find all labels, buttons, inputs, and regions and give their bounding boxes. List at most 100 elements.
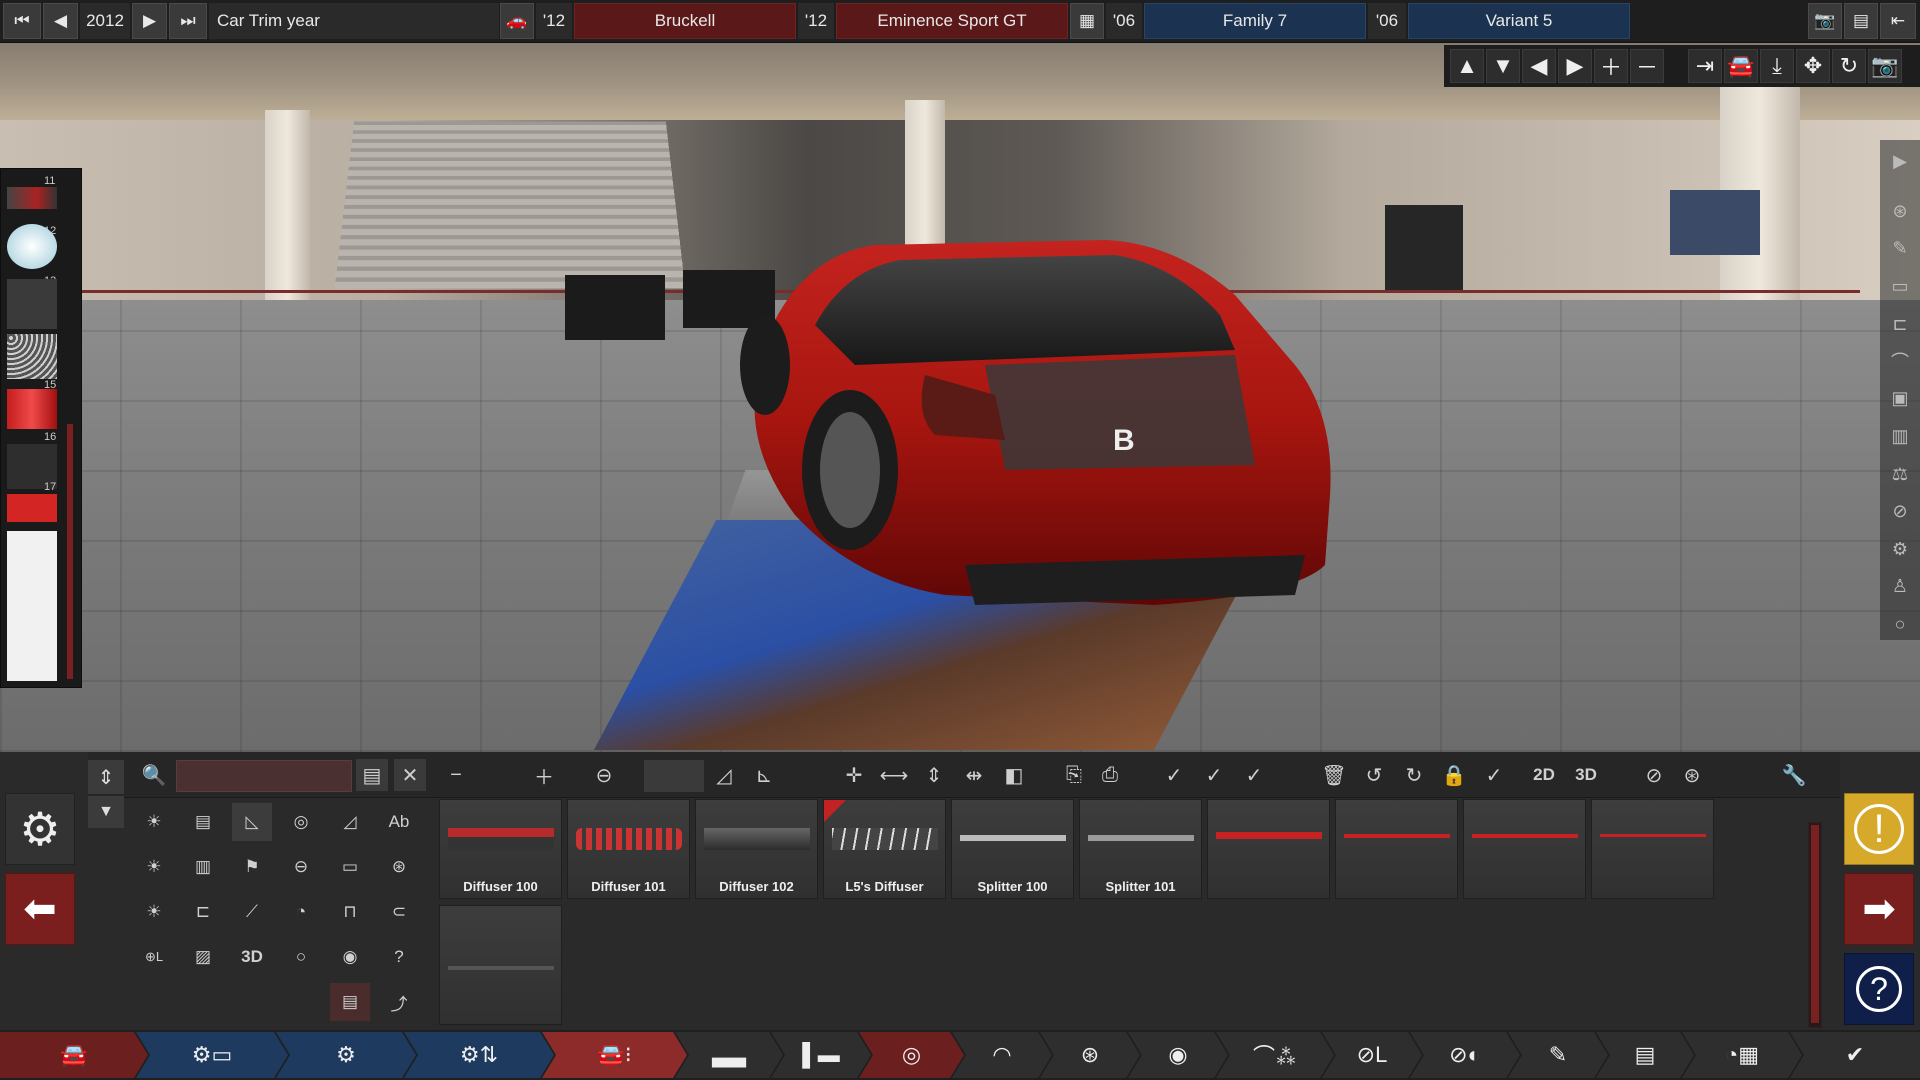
- skip-back-button[interactable]: ⏮: [3, 3, 41, 39]
- fixture-swatch-panel[interactable]: [7, 279, 57, 329]
- trim-name-field[interactable]: Eminence Sport GT: [836, 3, 1068, 39]
- zoom-in-icon[interactable]: ＋: [1594, 49, 1628, 83]
- part-tile[interactable]: Splitter 101: [1079, 799, 1202, 899]
- engine-icon[interactable]: ▦: [1070, 3, 1104, 39]
- light-icon[interactable]: ☀: [134, 803, 174, 841]
- viewport-3d[interactable]: B: [0, 0, 1920, 752]
- car-side-icon[interactable]: ▭: [1884, 270, 1916, 302]
- suspension-icon[interactable]: ⚖: [1884, 458, 1916, 490]
- wheel-hide-icon[interactable]: ⊛: [1676, 759, 1708, 791]
- attach-2-icon[interactable]: ✓: [1198, 759, 1230, 791]
- play-icon[interactable]: ▶: [1884, 145, 1916, 177]
- nav-safety[interactable]: ⊘◐: [1410, 1032, 1520, 1078]
- move-toggle-icon[interactable]: ⇕: [88, 760, 124, 794]
- nav-test-track[interactable]: ◔▦: [1682, 1032, 1802, 1078]
- emblem-icon[interactable]: ◎: [281, 803, 321, 841]
- copy-icon[interactable]: ⎘: [1058, 759, 1090, 791]
- badge-icon[interactable]: ◉: [330, 938, 370, 976]
- nav-interior[interactable]: ◎: [859, 1032, 964, 1078]
- exhaust-icon[interactable]: ⊓: [330, 893, 370, 931]
- redo-icon[interactable]: ↻: [1398, 759, 1430, 791]
- grille-icon[interactable]: ▥: [183, 848, 223, 886]
- nav-steering[interactable]: ⊘L: [1322, 1032, 1422, 1078]
- unknown-icon[interactable]: ?: [379, 938, 419, 976]
- vent-icon[interactable]: ▤: [183, 803, 223, 841]
- attach-3-icon[interactable]: ✓: [1238, 759, 1270, 791]
- part-tile[interactable]: [1591, 799, 1714, 899]
- fixture-swatch-reflector[interactable]: [7, 494, 57, 522]
- fog-light-icon[interactable]: ⊂: [379, 893, 419, 931]
- clear-search-icon[interactable]: ✕: [394, 759, 426, 791]
- lock-icon[interactable]: 🔒: [1438, 759, 1470, 791]
- texture-icon[interactable]: ▨: [183, 938, 223, 976]
- prev-year-button[interactable]: ◀: [43, 3, 78, 39]
- nav-engine-family[interactable]: ⚙▭: [136, 1032, 288, 1078]
- angle-icon[interactable]: ⊾: [748, 759, 780, 791]
- settings-button[interactable]: ⚙: [5, 793, 75, 865]
- part-tile[interactable]: Splitter 100: [951, 799, 1074, 899]
- mirror-cat-icon[interactable]: ◔: [281, 893, 321, 931]
- fixture-swatch-mesh[interactable]: [7, 334, 57, 379]
- handle-icon[interactable]: ⊖: [281, 848, 321, 886]
- attach-icon[interactable]: ✓: [1158, 759, 1190, 791]
- model-name-field[interactable]: Bruckell: [574, 3, 796, 39]
- nav-wheels[interactable]: ⊛: [1040, 1032, 1140, 1078]
- nav-aero[interactable]: ⌒⁂: [1216, 1032, 1334, 1078]
- wiper-icon[interactable]: ⟋: [232, 893, 272, 931]
- nav-fixtures[interactable]: 🚘⁝: [542, 1032, 687, 1078]
- calculator-icon[interactable]: ▤: [1844, 3, 1878, 39]
- fixture-swatch-logo[interactable]: [7, 531, 57, 681]
- skip-forward-button[interactable]: ⏭: [169, 3, 207, 39]
- pipe-icon[interactable]: ⤴: [379, 983, 419, 1021]
- steering-icon[interactable]: ⊘: [1884, 495, 1916, 527]
- seat-cat-icon[interactable]: ⊏: [183, 893, 223, 931]
- light-3-icon[interactable]: ☀: [134, 893, 174, 931]
- car-model[interactable]: B: [735, 235, 1345, 630]
- nav-paint[interactable]: ✎: [1508, 1032, 1608, 1078]
- wrench-icon[interactable]: 🔧: [1778, 759, 1810, 791]
- move-vertical-icon[interactable]: ✛: [838, 759, 870, 791]
- strip-scrollbar[interactable]: [67, 424, 73, 679]
- part-tile[interactable]: Diffuser 101: [567, 799, 690, 899]
- warning-button[interactable]: !: [1844, 793, 1914, 865]
- fixture-swatch-badge[interactable]: [7, 224, 57, 269]
- decrease-icon[interactable]: −: [440, 759, 472, 791]
- grille-icon[interactable]: ▥: [1884, 420, 1916, 452]
- spoiler-icon[interactable]: ◿: [330, 803, 370, 841]
- photo-icon[interactable]: 📷: [1868, 49, 1902, 83]
- logo-icon[interactable]: ⊕L: [134, 938, 174, 976]
- fixture-swatch-taillight[interactable]: [7, 187, 57, 209]
- next-year-button[interactable]: ▶: [132, 3, 167, 39]
- view-2d-button[interactable]: 2D: [1528, 759, 1560, 791]
- align-icon[interactable]: ⇕: [918, 759, 950, 791]
- brush-icon[interactable]: ✎: [1884, 232, 1916, 264]
- skew-icon[interactable]: ◿: [708, 759, 740, 791]
- nav-car-project[interactable]: 🚘: [0, 1032, 148, 1078]
- body-icon[interactable]: ⌒: [1884, 345, 1916, 377]
- size-icon[interactable]: ⊖: [588, 759, 620, 791]
- part-tile[interactable]: Diffuser 102: [695, 799, 818, 899]
- help-button[interactable]: ?: [1844, 953, 1914, 1025]
- mirror-icon[interactable]: ⇹: [958, 759, 990, 791]
- zoom-out-icon[interactable]: －: [1630, 49, 1664, 83]
- nav-brakes[interactable]: ◉: [1128, 1032, 1228, 1078]
- hide-icon[interactable]: ⊘: [1638, 759, 1670, 791]
- 3d-icon[interactable]: 3D: [232, 938, 272, 976]
- camera-right-icon[interactable]: ▶: [1558, 49, 1592, 83]
- screenshot-icon[interactable]: 📷: [1808, 3, 1842, 39]
- nav-suspension[interactable]: ◠: [952, 1032, 1052, 1078]
- rotate-icon[interactable]: ↻: [1832, 49, 1866, 83]
- pan-icon[interactable]: ✥: [1796, 49, 1830, 83]
- search-input[interactable]: [176, 760, 352, 792]
- back-button[interactable]: ⬅: [5, 873, 75, 945]
- car-view-icon[interactable]: 🚘: [1724, 49, 1758, 83]
- confirm-icon[interactable]: ✓: [1478, 759, 1510, 791]
- parts-scrollbar[interactable]: [1808, 822, 1822, 1028]
- wheel-cat-icon[interactable]: ⊛: [379, 848, 419, 886]
- nav-engine-tune[interactable]: ⚙⇅: [404, 1032, 554, 1078]
- dropdown-icon[interactable]: ▼: [88, 796, 124, 828]
- circle-icon[interactable]: ○: [1884, 608, 1916, 640]
- nav-chassis[interactable]: ▌▬: [771, 1032, 871, 1078]
- part-tile[interactable]: L5's Diffuser: [823, 799, 946, 899]
- nav-cost[interactable]: ▤: [1596, 1032, 1694, 1078]
